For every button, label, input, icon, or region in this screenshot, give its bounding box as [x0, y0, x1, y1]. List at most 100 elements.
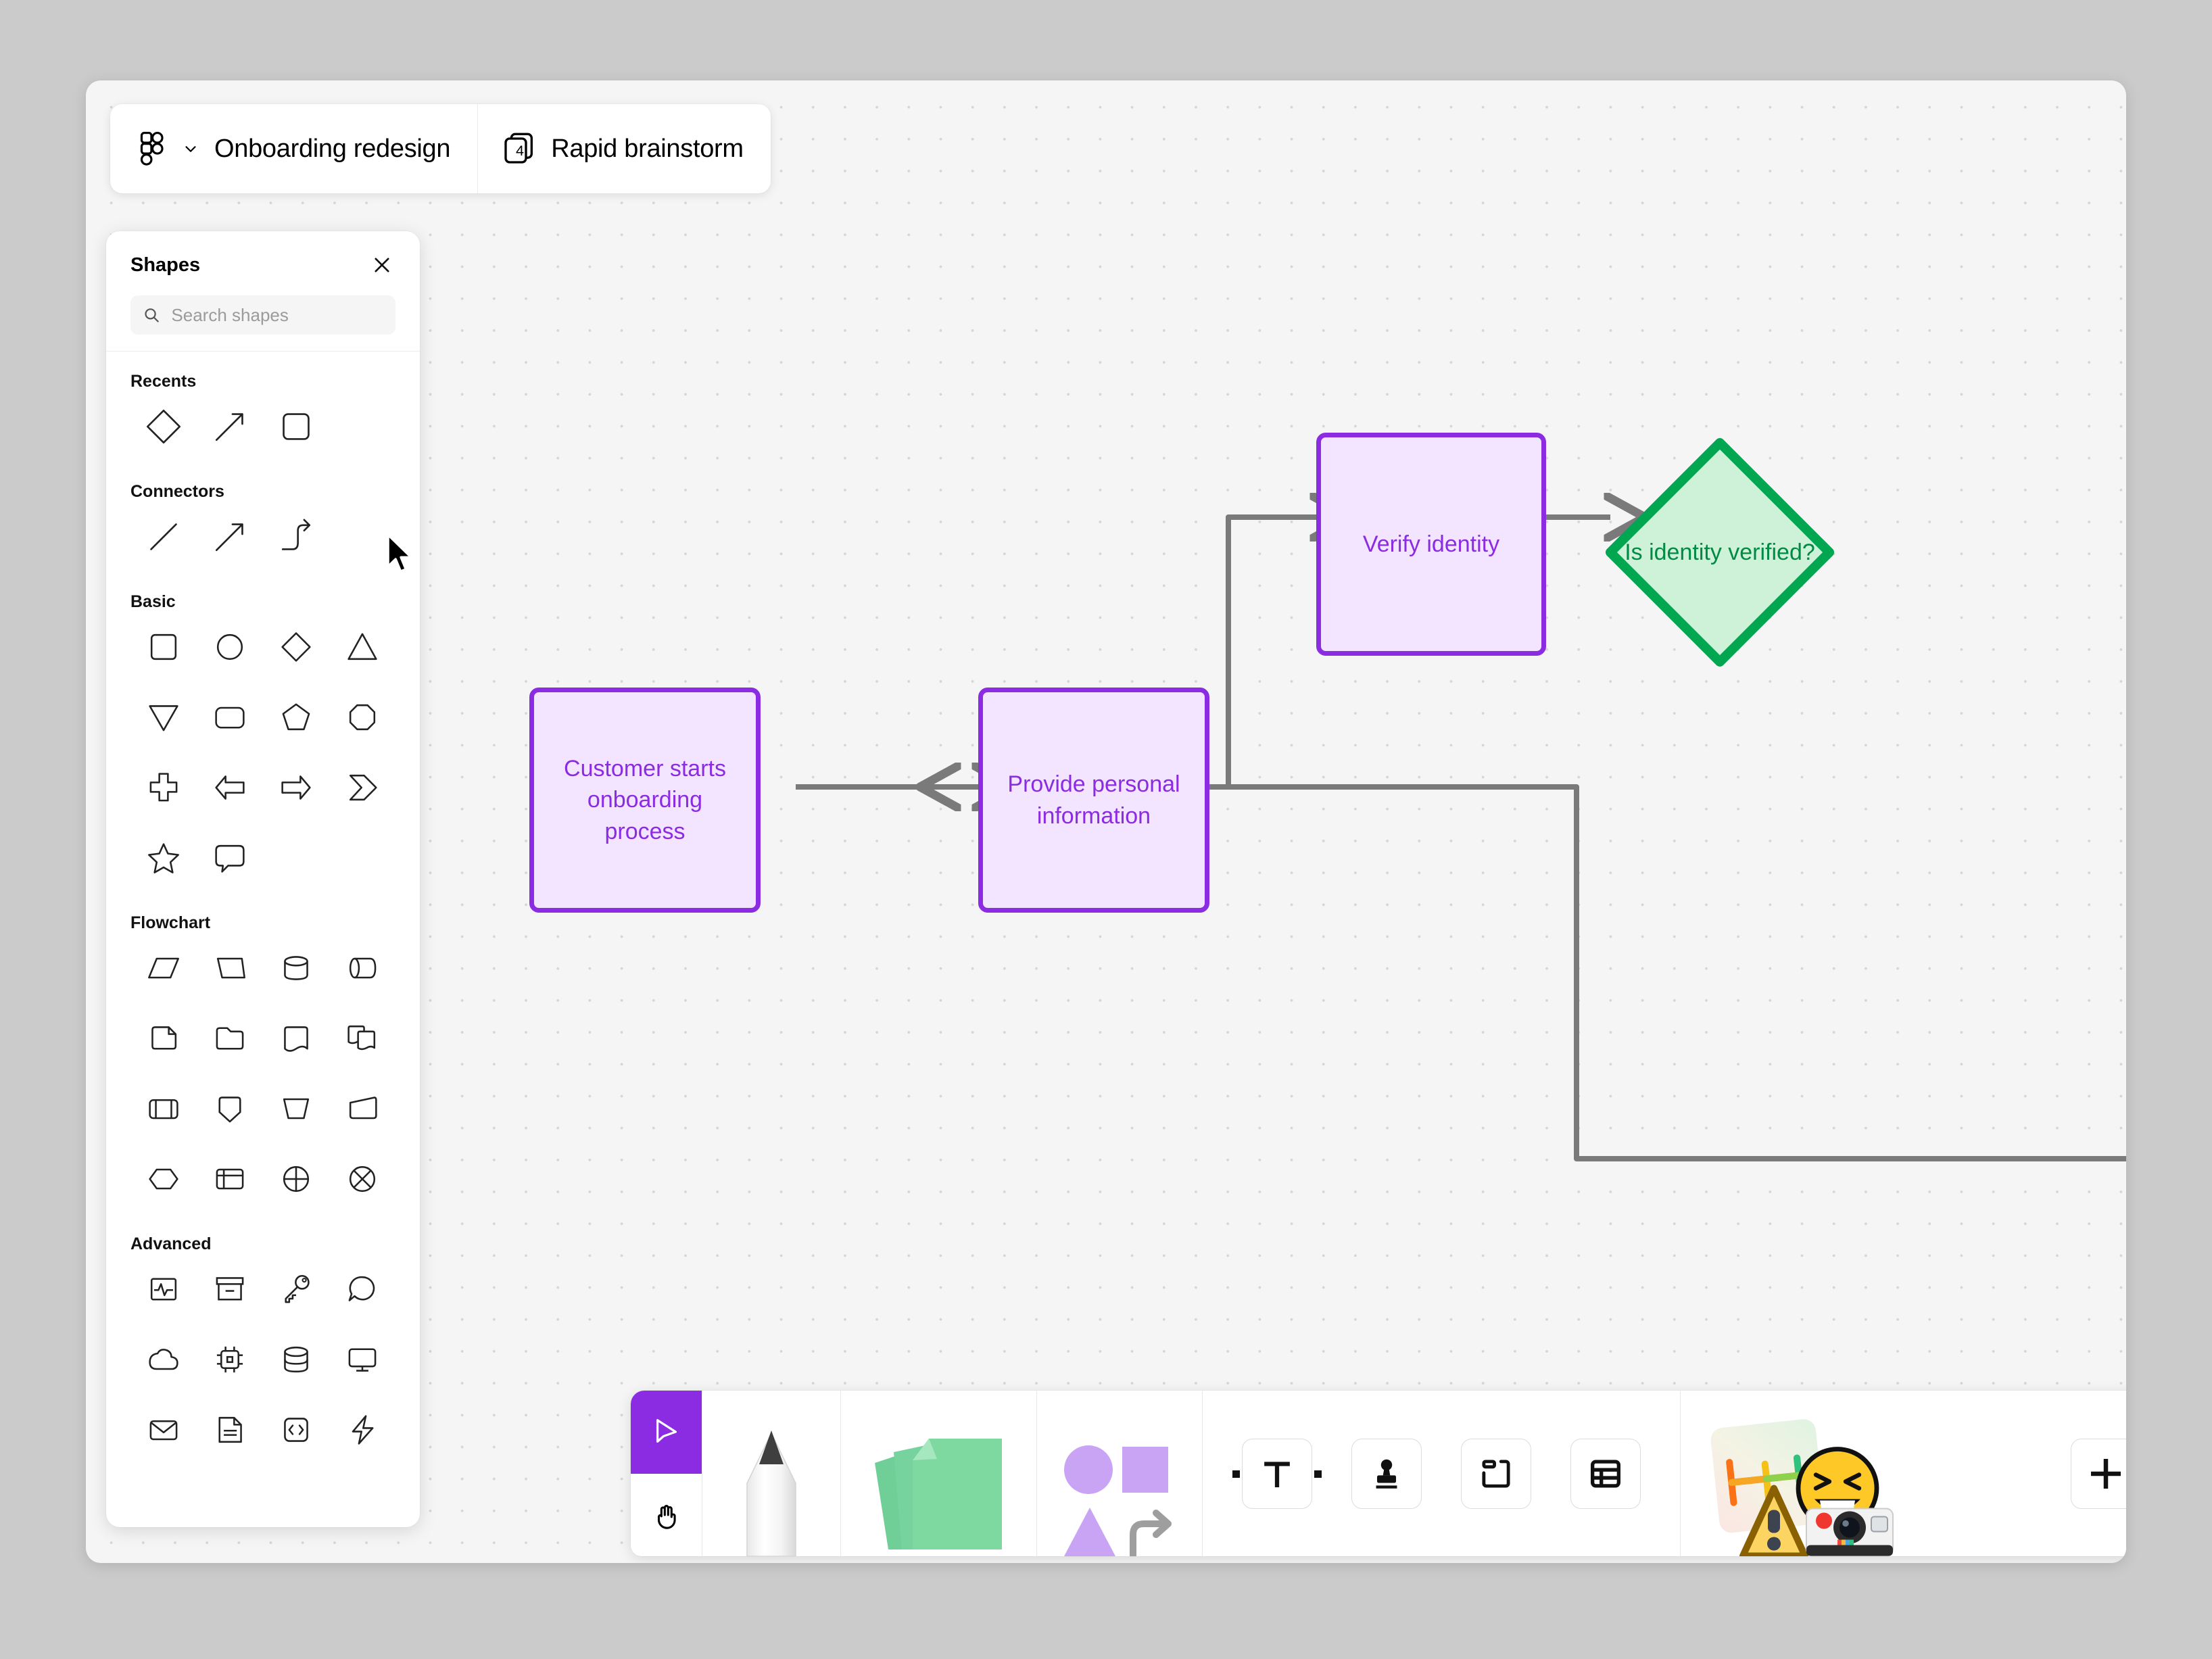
text-resize-handle-right[interactable]: [1314, 1470, 1322, 1478]
shape-item-speech-bubble[interactable]: [197, 823, 263, 893]
stamp-icon: [1376, 1459, 1397, 1489]
shape-item-trapezoid[interactable]: [263, 1074, 329, 1144]
shape-item-arrow-line-connector[interactable]: [197, 502, 263, 572]
search-shapes-field[interactable]: [130, 295, 395, 335]
shape-item-pulse-box[interactable]: [130, 1254, 197, 1324]
shape-grid-flowchart: [130, 933, 395, 1214]
session-segment[interactable]: 4 Rapid brainstorm: [477, 104, 771, 193]
pen-tool-group: [702, 1391, 840, 1556]
section-title-connectors: Connectors: [130, 482, 224, 502]
flow-node-provide-info[interactable]: Provide personal information: [978, 688, 1209, 913]
flow-node-start[interactable]: Customer starts onboarding process: [529, 688, 761, 913]
shapes-tool[interactable]: [1052, 1391, 1187, 1556]
shape-item-archive-box[interactable]: [197, 1254, 263, 1324]
shape-item-cross[interactable]: [130, 752, 197, 823]
shape-cell-empty: [329, 823, 395, 893]
shape-item-right-arrow[interactable]: [263, 752, 329, 823]
shape-item-multi-document[interactable]: [329, 1003, 395, 1074]
shape-item-code[interactable]: [263, 1395, 329, 1465]
shape-item-octagon[interactable]: [329, 682, 395, 752]
shapes-panel: Shapes Recents: [106, 231, 420, 1527]
flow-node-label: Is identity verified?: [1625, 539, 1815, 565]
sticky-note-tool[interactable]: [861, 1391, 1017, 1556]
plus-icon: [2091, 1458, 2121, 1489]
table-tool[interactable]: [1570, 1438, 1641, 1509]
shape-grid-advanced: [130, 1254, 395, 1465]
shape-item-horizontal-cylinder[interactable]: [329, 933, 395, 1003]
shape-item-hexagon[interactable]: [130, 1144, 197, 1214]
close-icon[interactable]: [368, 251, 395, 279]
shape-item-lightning[interactable]: [329, 1395, 395, 1465]
select-tool[interactable]: [631, 1391, 702, 1474]
shape-item-internal-storage[interactable]: [197, 1144, 263, 1214]
widgets-group: [1680, 1391, 2126, 1556]
shape-item-triangle-down[interactable]: [130, 682, 197, 752]
section-title-recents: Recents: [130, 372, 197, 391]
text-resize-handle-left[interactable]: [1232, 1470, 1240, 1478]
chevron-down-icon[interactable]: [182, 140, 199, 158]
shape-grid-basic: [130, 612, 395, 893]
add-more-button[interactable]: [2071, 1438, 2126, 1509]
shape-item-folder[interactable]: [197, 1003, 263, 1074]
shape-item-database[interactable]: [263, 1324, 329, 1395]
shape-cell-empty: [329, 391, 395, 462]
text-tool-button[interactable]: [1242, 1438, 1312, 1509]
text-t-icon: [1264, 1461, 1290, 1487]
stacked-cards-icon: 4: [504, 133, 533, 164]
panel-title: Shapes: [130, 254, 201, 276]
shape-item-mail[interactable]: [130, 1395, 197, 1465]
stamp-tool[interactable]: [1351, 1438, 1422, 1509]
shape-item-document[interactable]: [197, 1395, 263, 1465]
shape-item-square[interactable]: [130, 612, 197, 682]
shape-item-cylinder[interactable]: [263, 933, 329, 1003]
sticky-tool-group: [840, 1391, 1036, 1556]
shape-item-display[interactable]: [329, 1324, 395, 1395]
shape-item-comment-bubble[interactable]: [329, 1254, 395, 1324]
file-menu-segment[interactable]: Onboarding redesign: [110, 104, 477, 193]
shape-item-chip[interactable]: [197, 1324, 263, 1395]
shape-item-page-fold[interactable]: [130, 1003, 197, 1074]
shape-item-line-connector[interactable]: [130, 502, 197, 572]
shape-item-diamond[interactable]: [130, 391, 197, 462]
insert-tools-group: [1202, 1391, 1680, 1556]
shape-item-predefined-process[interactable]: [130, 1074, 197, 1144]
shape-item-left-arrow[interactable]: [197, 752, 263, 823]
shape-item-rounded-rect[interactable]: [197, 682, 263, 752]
shape-cell-empty: [263, 823, 329, 893]
shape-item-diamond[interactable]: [263, 612, 329, 682]
section-tool[interactable]: [1461, 1438, 1531, 1509]
shape-grid-connectors: [130, 502, 395, 572]
shape-item-document-wave[interactable]: [263, 1003, 329, 1074]
shape-item-rounded-square[interactable]: [263, 391, 329, 462]
figjam-canvas-window: Customer starts onboarding process Provi…: [86, 80, 2126, 1563]
flow-node-verify-identity[interactable]: Verify identity: [1316, 433, 1546, 656]
section-title-flowchart: Flowchart: [130, 913, 211, 933]
hand-tool[interactable]: [631, 1474, 702, 1557]
table-icon: [1591, 1459, 1620, 1488]
shape-item-parallelogram-right[interactable]: [197, 933, 263, 1003]
shape-item-circle-cross[interactable]: [263, 1144, 329, 1214]
shape-item-key[interactable]: [263, 1254, 329, 1324]
shape-item-arrow-connector[interactable]: [197, 391, 263, 462]
shape-item-cloud[interactable]: [130, 1324, 197, 1395]
session-count: 4: [516, 142, 524, 159]
shape-item-circle-x[interactable]: [329, 1144, 395, 1214]
text-tool[interactable]: [1232, 1438, 1322, 1509]
shape-item-triangle[interactable]: [329, 612, 395, 682]
shape-grid-recents: [130, 391, 395, 462]
shape-item-elbow-connector[interactable]: [263, 502, 329, 572]
top-bar: Onboarding redesign 4 Rapid brainstorm: [110, 104, 771, 193]
widgets-tool[interactable]: [1696, 1391, 1919, 1556]
shape-item-chevron[interactable]: [329, 752, 395, 823]
session-name: Rapid brainstorm: [551, 134, 744, 163]
section-title-advanced: Advanced: [130, 1234, 212, 1254]
shape-item-parallelogram[interactable]: [130, 933, 197, 1003]
shape-item-shield-down[interactable]: [197, 1074, 263, 1144]
pen-tool[interactable]: [729, 1391, 813, 1556]
shape-item-pentagon[interactable]: [263, 682, 329, 752]
shape-item-star[interactable]: [130, 823, 197, 893]
shape-item-circle[interactable]: [197, 612, 263, 682]
flow-node-decision[interactable]: Is identity verified?: [1602, 435, 1837, 670]
search-input[interactable]: [171, 304, 383, 326]
shape-item-manual-input[interactable]: [329, 1074, 395, 1144]
